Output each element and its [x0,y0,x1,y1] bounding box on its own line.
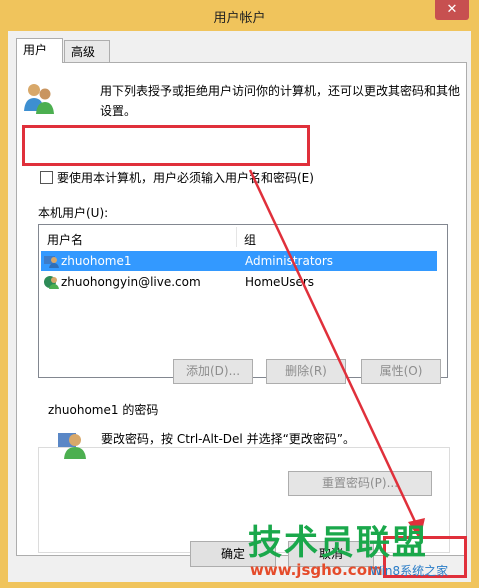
user-row-zhuohongyin[interactable]: zhuohongyin@live.com HomeUsers [41,272,437,292]
highlight-box-checkbox [22,125,310,166]
user-name: zhuohome1 [61,254,132,268]
list-header: 用户名 组 [39,225,447,249]
column-header-group[interactable]: 组 [244,231,256,248]
tab-advanced[interactable]: 高级 [64,40,110,62]
watermark-suffix: Win8系统之家 [370,564,449,578]
title-bar: 用户帐户 ✕ [0,0,479,31]
watermark-logo: 技术员联盟 [248,523,428,563]
column-separator[interactable] [236,227,237,247]
user-icon [44,256,59,268]
dialog-client-area: 用户 高级 用下列表授予或拒绝用户访问你的计算机，还可以更改其密码和其他设置。 … [8,31,471,582]
tab-users[interactable]: 用户 [16,38,63,63]
reset-password-button[interactable]: 重置密码(P)... [288,471,432,496]
local-users-list[interactable]: 用户名 组 zhuohome1 Administrators zhuohongy… [38,224,448,378]
add-button[interactable]: 添加(D)... [173,359,253,384]
password-group-title: zhuohome1 的密码 [46,401,161,418]
users-icon [24,84,54,114]
window-title: 用户帐户 [213,11,266,26]
close-button[interactable]: ✕ [435,0,469,20]
user-password-icon [58,433,86,459]
user-group: Administrators [245,254,334,268]
remove-button[interactable]: 删除(R) [266,359,346,384]
user-accounts-dialog: 用户帐户 ✕ 用户 高级 用下列表授予或拒绝用户访问你的计算机，还可以更改其密码… [0,0,479,588]
column-header-username[interactable]: 用户名 [47,231,83,248]
online-account-icon [44,276,59,289]
password-hint-text: 要改密码，按 Ctrl-Alt-Del 并选择“更改密码”。 [101,432,356,446]
properties-button[interactable]: 属性(O) [361,359,441,384]
user-row-zhuohome1[interactable]: zhuohome1 Administrators [41,251,437,271]
user-name: zhuohongyin@live.com [61,275,201,289]
local-users-label: 本机用户(U): [38,206,109,220]
watermark-url: www.jsgho.com [250,561,383,579]
require-login-checkbox[interactable] [40,171,53,184]
intro-text: 用下列表授予或拒绝用户访问你的计算机，还可以更改其密码和其他设置。 [100,84,461,118]
user-group: HomeUsers [245,275,315,289]
require-login-label[interactable]: 要使用本计算机，用户必须输入用户名和密码(E) [57,169,314,186]
